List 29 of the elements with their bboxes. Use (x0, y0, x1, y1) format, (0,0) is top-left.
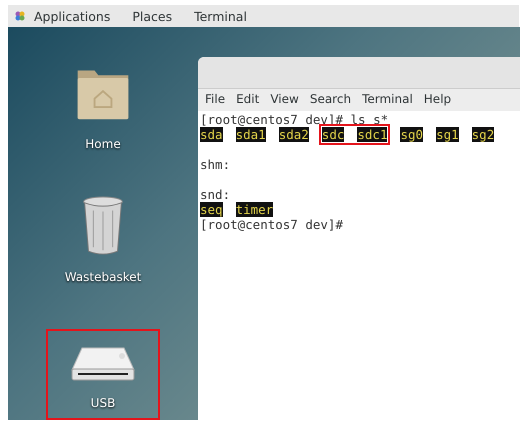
file-name: sda2 (278, 127, 309, 142)
terminal-line: [root@centos7 dev]# (200, 217, 343, 232)
desktop-icon-label[interactable]: Wastebasket (64, 270, 142, 284)
terminal-line: [root@centos7 dev]# ls s* (200, 112, 388, 127)
applications-logo-icon (14, 10, 26, 22)
menu-item[interactable]: Terminal (362, 92, 413, 108)
file-name: sg0 (400, 127, 424, 142)
file-name: sdc1 (357, 127, 388, 142)
top-bar-menu[interactable]: Applications (34, 8, 110, 24)
desktop-icon-label[interactable]: USB (90, 396, 116, 410)
menu-item[interactable]: Search (310, 92, 352, 108)
file-name: sdc (322, 127, 344, 142)
menu-item[interactable]: Edit (236, 92, 260, 108)
file-name: sg2 (472, 127, 494, 142)
drive-icon (70, 346, 136, 382)
file-name: timer (236, 202, 274, 217)
menu-item[interactable]: View (270, 92, 299, 108)
file-name: sda (200, 127, 223, 142)
file-name: seq (200, 202, 223, 217)
terminal-line: shm: (200, 157, 230, 172)
top-bar-menu[interactable]: Places (132, 8, 172, 24)
menu-item[interactable]: File (205, 92, 226, 108)
desktop-icon-label[interactable]: Home (85, 137, 121, 151)
trash-icon (81, 196, 125, 256)
terminal-line: snd: (200, 187, 230, 202)
file-name: sg1 (436, 127, 459, 142)
top-bar-menu[interactable]: Terminal (194, 8, 247, 24)
file-name: sda1 (236, 127, 266, 142)
menu-item[interactable]: Help (424, 92, 452, 108)
